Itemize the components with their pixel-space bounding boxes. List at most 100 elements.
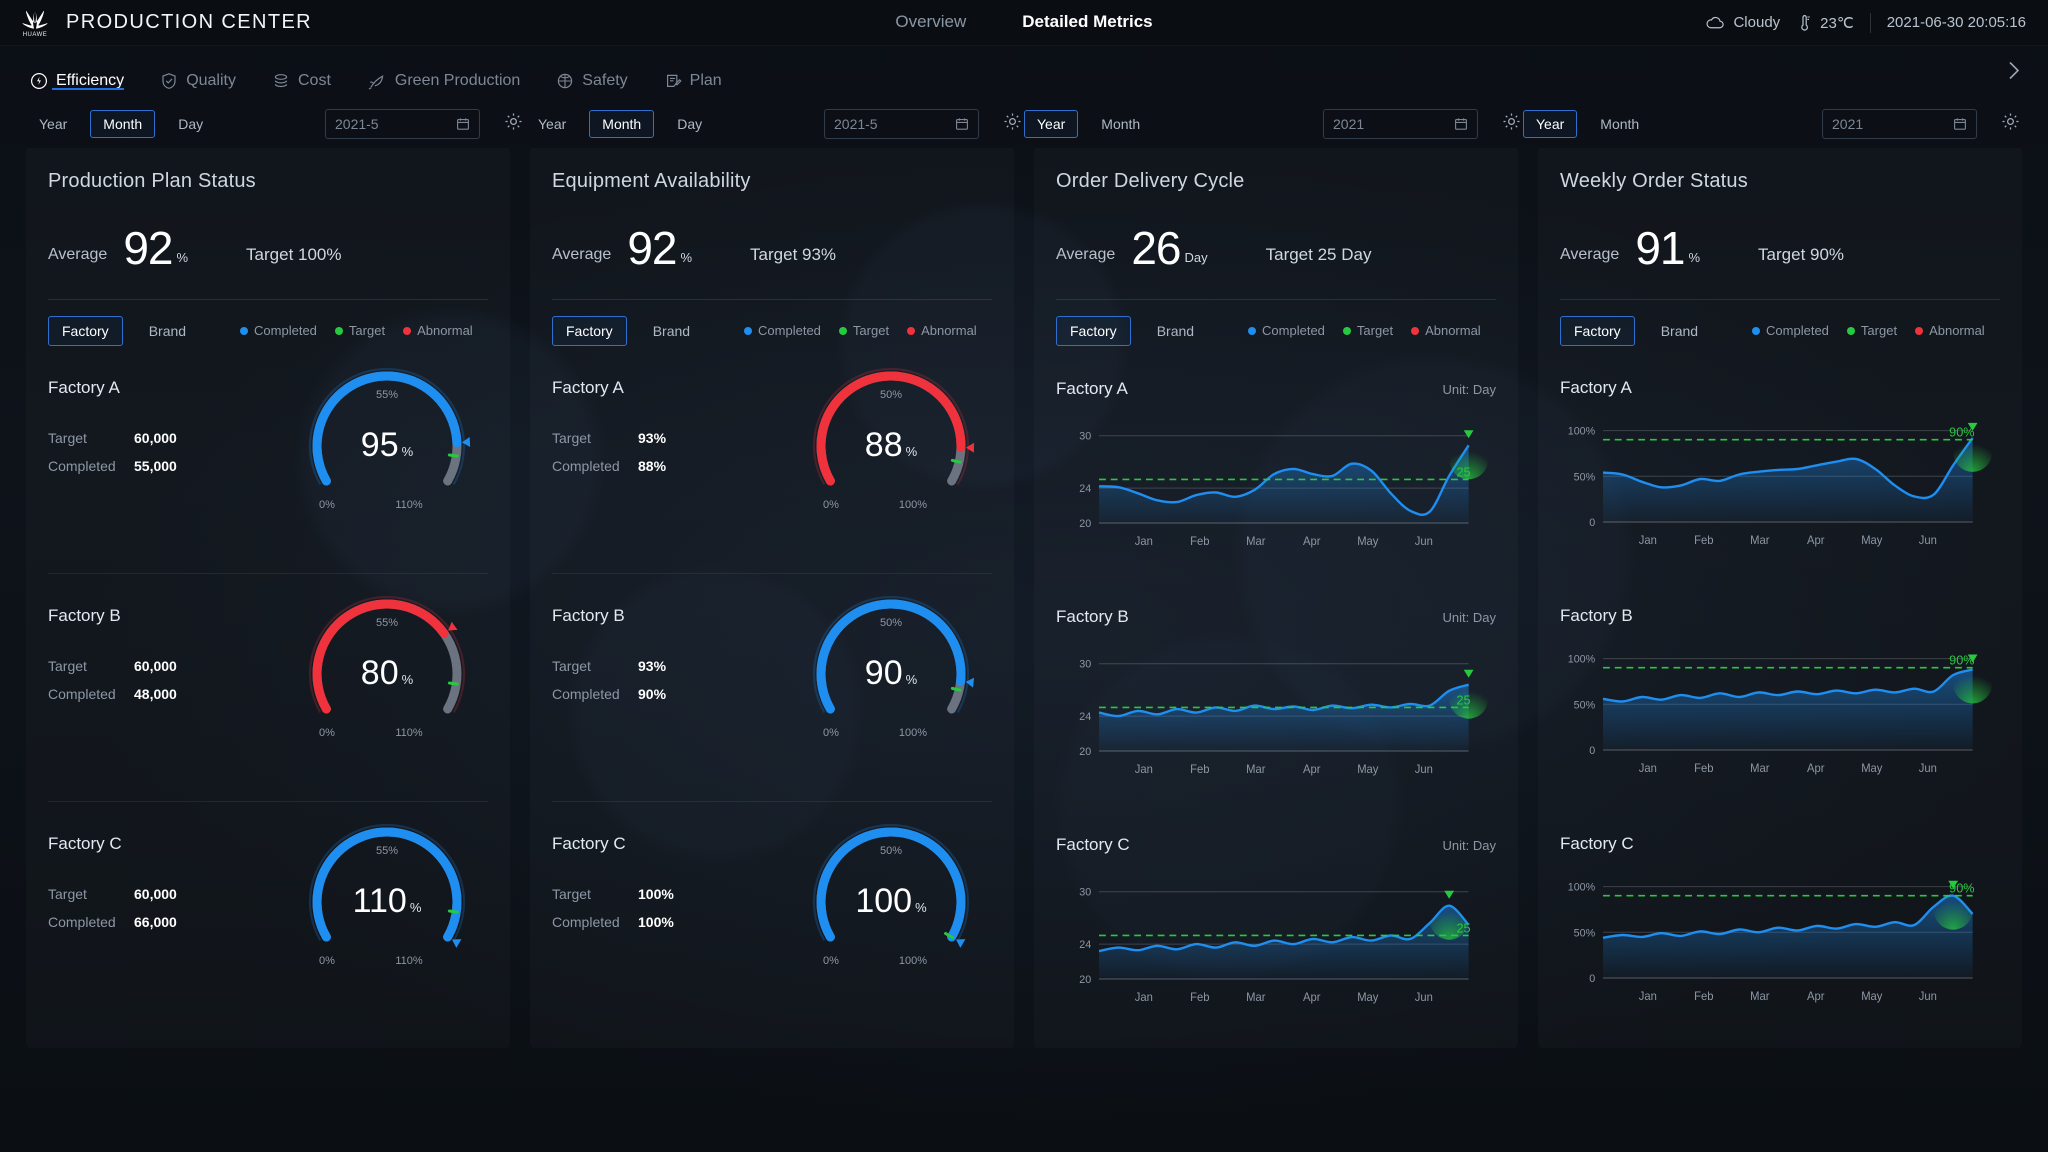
legend-dot xyxy=(334,326,343,335)
gauge-target-tick xyxy=(950,458,962,464)
x-tick-label: Mar xyxy=(1246,764,1266,776)
brand: HUAWE PRODUCTION CENTER xyxy=(0,7,312,38)
x-tick-label: Jan xyxy=(1135,764,1153,776)
y-tick-label: 100% xyxy=(1568,653,1596,665)
gauge-container: 88% 50% 0% 100% xyxy=(796,358,986,538)
group-by-factory[interactable]: Factory xyxy=(552,315,627,346)
factory-chart-row: Factory A Unit: Day 20 24 30 25 Jan Feb … xyxy=(1056,354,1496,574)
target-label: Target 25 Day xyxy=(1265,244,1372,264)
period-month-1[interactable]: Month xyxy=(90,110,156,138)
x-tick-label: Jun xyxy=(1415,536,1433,548)
period-month-3[interactable]: Month xyxy=(1088,110,1153,138)
period-year-1[interactable]: Year xyxy=(26,110,80,138)
tab-safety[interactable]: Safety xyxy=(556,46,628,100)
metric-key: Completed xyxy=(552,685,620,702)
date-picker-1[interactable]: 2021‑5 xyxy=(325,109,480,139)
settings-button-4[interactable] xyxy=(2001,112,2020,136)
metric-card: Weekly Order Status Average 91 % Target … xyxy=(1538,148,2022,1048)
y-tick-label: 20 xyxy=(1079,518,1091,530)
legend-item: Abnormal xyxy=(907,323,977,338)
tab-plan[interactable]: Plan xyxy=(664,46,722,100)
settings-button-2[interactable] xyxy=(1003,112,1022,136)
period-year-2[interactable]: Year xyxy=(525,110,579,138)
average-row: Average 92 % Target 93% xyxy=(552,225,992,271)
settings-button-1[interactable] xyxy=(504,112,523,136)
gear-icon xyxy=(2002,113,2019,130)
divider xyxy=(552,298,992,300)
x-tick-label: Jun xyxy=(1415,764,1433,776)
nav-overview[interactable]: Overview xyxy=(895,12,966,34)
period-month-2[interactable]: Month xyxy=(589,110,655,138)
trend-chart: 20 24 30 25 Jan Feb Mar Apr May Jun xyxy=(1079,658,1489,776)
gauge-mid-label: 55% xyxy=(376,845,398,857)
chevron-right-icon xyxy=(2009,61,2020,80)
chart-unit-label: Unit: Day xyxy=(1442,837,1496,853)
period-day-1[interactable]: Day xyxy=(165,110,216,138)
peak-marker-icon xyxy=(1444,890,1455,899)
date-picker-3[interactable]: 2021 xyxy=(1323,109,1478,139)
settings-button-3[interactable] xyxy=(1502,112,1521,136)
x-tick-label: Feb xyxy=(1190,764,1209,776)
legend-item: Target xyxy=(334,323,385,338)
metric-key: Target xyxy=(48,885,87,902)
tab-label: Cost xyxy=(297,72,331,89)
calendar-icon xyxy=(457,118,469,130)
tabs-next-button[interactable] xyxy=(2004,57,2024,90)
peak-marker-icon xyxy=(1463,429,1474,438)
legend-label: Target xyxy=(1860,323,1898,339)
gauge-max-label: 110% xyxy=(395,727,423,739)
y-tick-label: 0 xyxy=(1589,745,1595,757)
chart-header: Factory C Unit: Day xyxy=(1056,810,1496,855)
gauge-max-label: 100% xyxy=(899,955,927,967)
chart-legend: Completed Target Abnormal xyxy=(744,323,977,338)
gauge-container: 95% 55% 0% 110% xyxy=(292,358,482,538)
x-tick-label: Feb xyxy=(1694,763,1713,775)
gauge-value: 100% xyxy=(855,882,927,920)
divider xyxy=(48,298,488,300)
trend-chart: 0 50% 100% 90% Jan Feb Mar Apr May Jun xyxy=(1568,880,1975,1003)
metric-key: Completed xyxy=(48,913,116,930)
legend-item: Completed xyxy=(240,323,317,338)
x-tick-label: Feb xyxy=(1694,535,1713,547)
trend-chart: 0 50% 100% 90% Jan Feb Mar Apr May Jun xyxy=(1568,652,1993,775)
tab-cost[interactable]: Cost xyxy=(272,46,331,100)
group-by-brand[interactable]: Brand xyxy=(1143,316,1208,346)
gauge-min-label: 0% xyxy=(319,499,335,511)
factory-gauge-row: Factory A Target 60,000 Completed 55,000… xyxy=(48,354,488,574)
grouping-and-legend: Factory Brand Completed Target Abnormal xyxy=(48,315,488,346)
tab-green-production[interactable]: Green Production xyxy=(367,46,520,100)
group-by-factory[interactable]: Factory xyxy=(1056,315,1131,346)
period-year-3[interactable]: Year xyxy=(1024,110,1079,138)
x-tick-label: Apr xyxy=(1807,991,1825,1003)
gauge-chart: 88% 50% 0% 100% xyxy=(812,367,975,511)
gauge-min-label: 0% xyxy=(823,727,839,739)
legend-dot xyxy=(1248,326,1257,335)
factory-chart-row: Factory A 0 50% 100% 90% Jan Feb Mar Apr… xyxy=(1560,354,2000,574)
y-tick-label: 50% xyxy=(1574,699,1596,711)
group-by-brand[interactable]: Brand xyxy=(639,316,704,346)
gauge-value: 88% xyxy=(865,426,918,464)
average-row: Average 92 % Target 100% xyxy=(48,225,488,271)
date-picker-4[interactable]: 2021 xyxy=(1822,109,1977,139)
gauge-value: 90% xyxy=(865,654,918,692)
target-value-label: 90% xyxy=(1949,652,1974,667)
group-by-brand[interactable]: Brand xyxy=(1647,316,1712,346)
tab-quality[interactable]: Quality xyxy=(160,46,236,100)
metric-key: Target xyxy=(552,885,591,902)
nav-detailed-metrics[interactable]: Detailed Metrics xyxy=(1022,12,1152,34)
legend-dot xyxy=(907,326,916,335)
period-year-4[interactable]: Year xyxy=(1523,110,1578,138)
card-title: Weekly Order Status xyxy=(1560,170,1748,192)
group-by-factory[interactable]: Factory xyxy=(1560,315,1635,346)
period-day-2[interactable]: Day xyxy=(664,110,715,138)
chart-unit-label: Unit: Day xyxy=(1442,381,1496,397)
chart-header: Factory A Unit: Day xyxy=(1056,354,1496,399)
period-month-4[interactable]: Month xyxy=(1587,110,1652,138)
date-picker-2[interactable]: 2021‑5 xyxy=(824,109,979,139)
legend-dot xyxy=(403,326,412,335)
coins-icon xyxy=(274,74,288,88)
group-by-factory[interactable]: Factory xyxy=(48,315,123,346)
group-by-brand[interactable]: Brand xyxy=(135,316,200,346)
tab-efficiency[interactable]: Efficiency xyxy=(30,46,125,100)
factory-name: Factory A xyxy=(1056,378,1128,398)
